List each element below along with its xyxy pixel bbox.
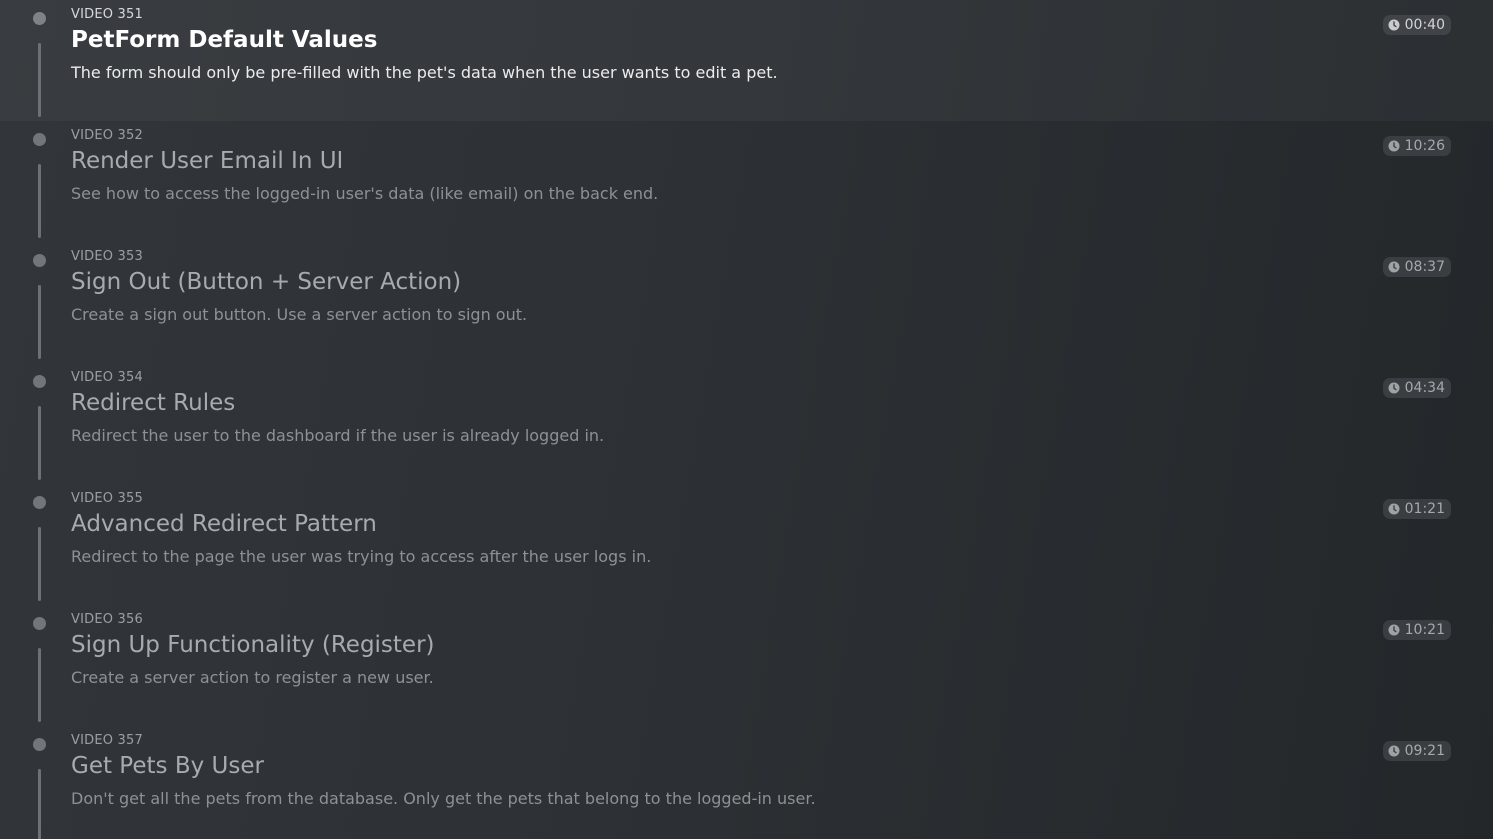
duration-text: 10:26 bbox=[1404, 138, 1445, 154]
timeline-dot-icon bbox=[33, 375, 46, 388]
video-list: VIDEO 351 PetForm Default Values The for… bbox=[0, 0, 1493, 839]
timeline-dot-icon bbox=[33, 738, 46, 751]
video-list-item[interactable]: VIDEO 357 Get Pets By User Don't get all… bbox=[0, 726, 1493, 839]
video-number: VIDEO 353 bbox=[71, 249, 143, 264]
video-description: Redirect the user to the dashboard if th… bbox=[71, 426, 605, 445]
video-description: Create a server action to register a new… bbox=[71, 668, 434, 687]
timeline-line bbox=[38, 648, 41, 722]
video-number: VIDEO 354 bbox=[71, 370, 143, 385]
video-title[interactable]: Sign Out (Button + Server Action) bbox=[71, 268, 461, 296]
video-list-item[interactable]: VIDEO 353 Sign Out (Button + Server Acti… bbox=[0, 242, 1493, 363]
clock-icon bbox=[1388, 624, 1400, 636]
video-title[interactable]: Advanced Redirect Pattern bbox=[71, 510, 377, 538]
video-list-item[interactable]: VIDEO 352 Render User Email In UI See ho… bbox=[0, 121, 1493, 242]
timeline-dot-icon bbox=[33, 254, 46, 267]
video-list-item[interactable]: VIDEO 354 Redirect Rules Redirect the us… bbox=[0, 363, 1493, 484]
video-description: Don't get all the pets from the database… bbox=[71, 789, 816, 808]
timeline-dot-icon bbox=[33, 496, 46, 509]
duration-text: 01:21 bbox=[1404, 501, 1445, 517]
clock-icon bbox=[1388, 382, 1400, 394]
video-description: The form should only be pre-filled with … bbox=[71, 63, 778, 82]
duration-badge: 10:26 bbox=[1382, 136, 1451, 156]
duration-badge: 01:21 bbox=[1382, 499, 1451, 519]
timeline-dot-icon bbox=[33, 12, 46, 25]
video-title[interactable]: Redirect Rules bbox=[71, 389, 235, 417]
video-description: See how to access the logged-in user's d… bbox=[71, 184, 659, 203]
timeline-line bbox=[38, 406, 41, 480]
video-number: VIDEO 355 bbox=[71, 491, 143, 506]
video-number: VIDEO 351 bbox=[71, 7, 143, 22]
timeline-line bbox=[38, 527, 41, 601]
timeline-line bbox=[38, 164, 41, 238]
video-title[interactable]: Sign Up Functionality (Register) bbox=[71, 631, 435, 659]
video-list-item[interactable]: VIDEO 351 PetForm Default Values The for… bbox=[0, 0, 1493, 121]
clock-icon bbox=[1388, 503, 1400, 515]
timeline-dot-icon bbox=[33, 617, 46, 630]
duration-badge: 09:21 bbox=[1382, 741, 1451, 761]
clock-icon bbox=[1388, 19, 1400, 31]
timeline-dot-icon bbox=[33, 133, 46, 146]
duration-text: 00:40 bbox=[1404, 17, 1445, 33]
duration-text: 10:21 bbox=[1404, 622, 1445, 638]
duration-text: 04:34 bbox=[1404, 380, 1445, 396]
video-title[interactable]: Render User Email In UI bbox=[71, 147, 343, 175]
course-curriculum-page: VIDEO 351 PetForm Default Values The for… bbox=[0, 0, 1493, 839]
clock-icon bbox=[1388, 140, 1400, 152]
video-number: VIDEO 352 bbox=[71, 128, 143, 143]
timeline-line bbox=[38, 769, 41, 839]
video-number: VIDEO 356 bbox=[71, 612, 143, 627]
video-title[interactable]: PetForm Default Values bbox=[71, 26, 377, 54]
timeline-line bbox=[38, 285, 41, 359]
video-list-item[interactable]: VIDEO 355 Advanced Redirect Pattern Redi… bbox=[0, 484, 1493, 605]
video-title[interactable]: Get Pets By User bbox=[71, 752, 264, 780]
video-list-item[interactable]: VIDEO 356 Sign Up Functionality (Registe… bbox=[0, 605, 1493, 726]
duration-badge: 04:34 bbox=[1382, 378, 1451, 398]
clock-icon bbox=[1388, 745, 1400, 757]
clock-icon bbox=[1388, 261, 1400, 273]
duration-text: 09:21 bbox=[1404, 743, 1445, 759]
duration-badge: 00:40 bbox=[1382, 15, 1451, 35]
video-description: Create a sign out button. Use a server a… bbox=[71, 305, 528, 324]
duration-text: 08:37 bbox=[1404, 259, 1445, 275]
timeline-line bbox=[38, 43, 41, 117]
video-number: VIDEO 357 bbox=[71, 733, 143, 748]
video-description: Redirect to the page the user was trying… bbox=[71, 547, 652, 566]
duration-badge: 10:21 bbox=[1382, 620, 1451, 640]
duration-badge: 08:37 bbox=[1382, 257, 1451, 277]
